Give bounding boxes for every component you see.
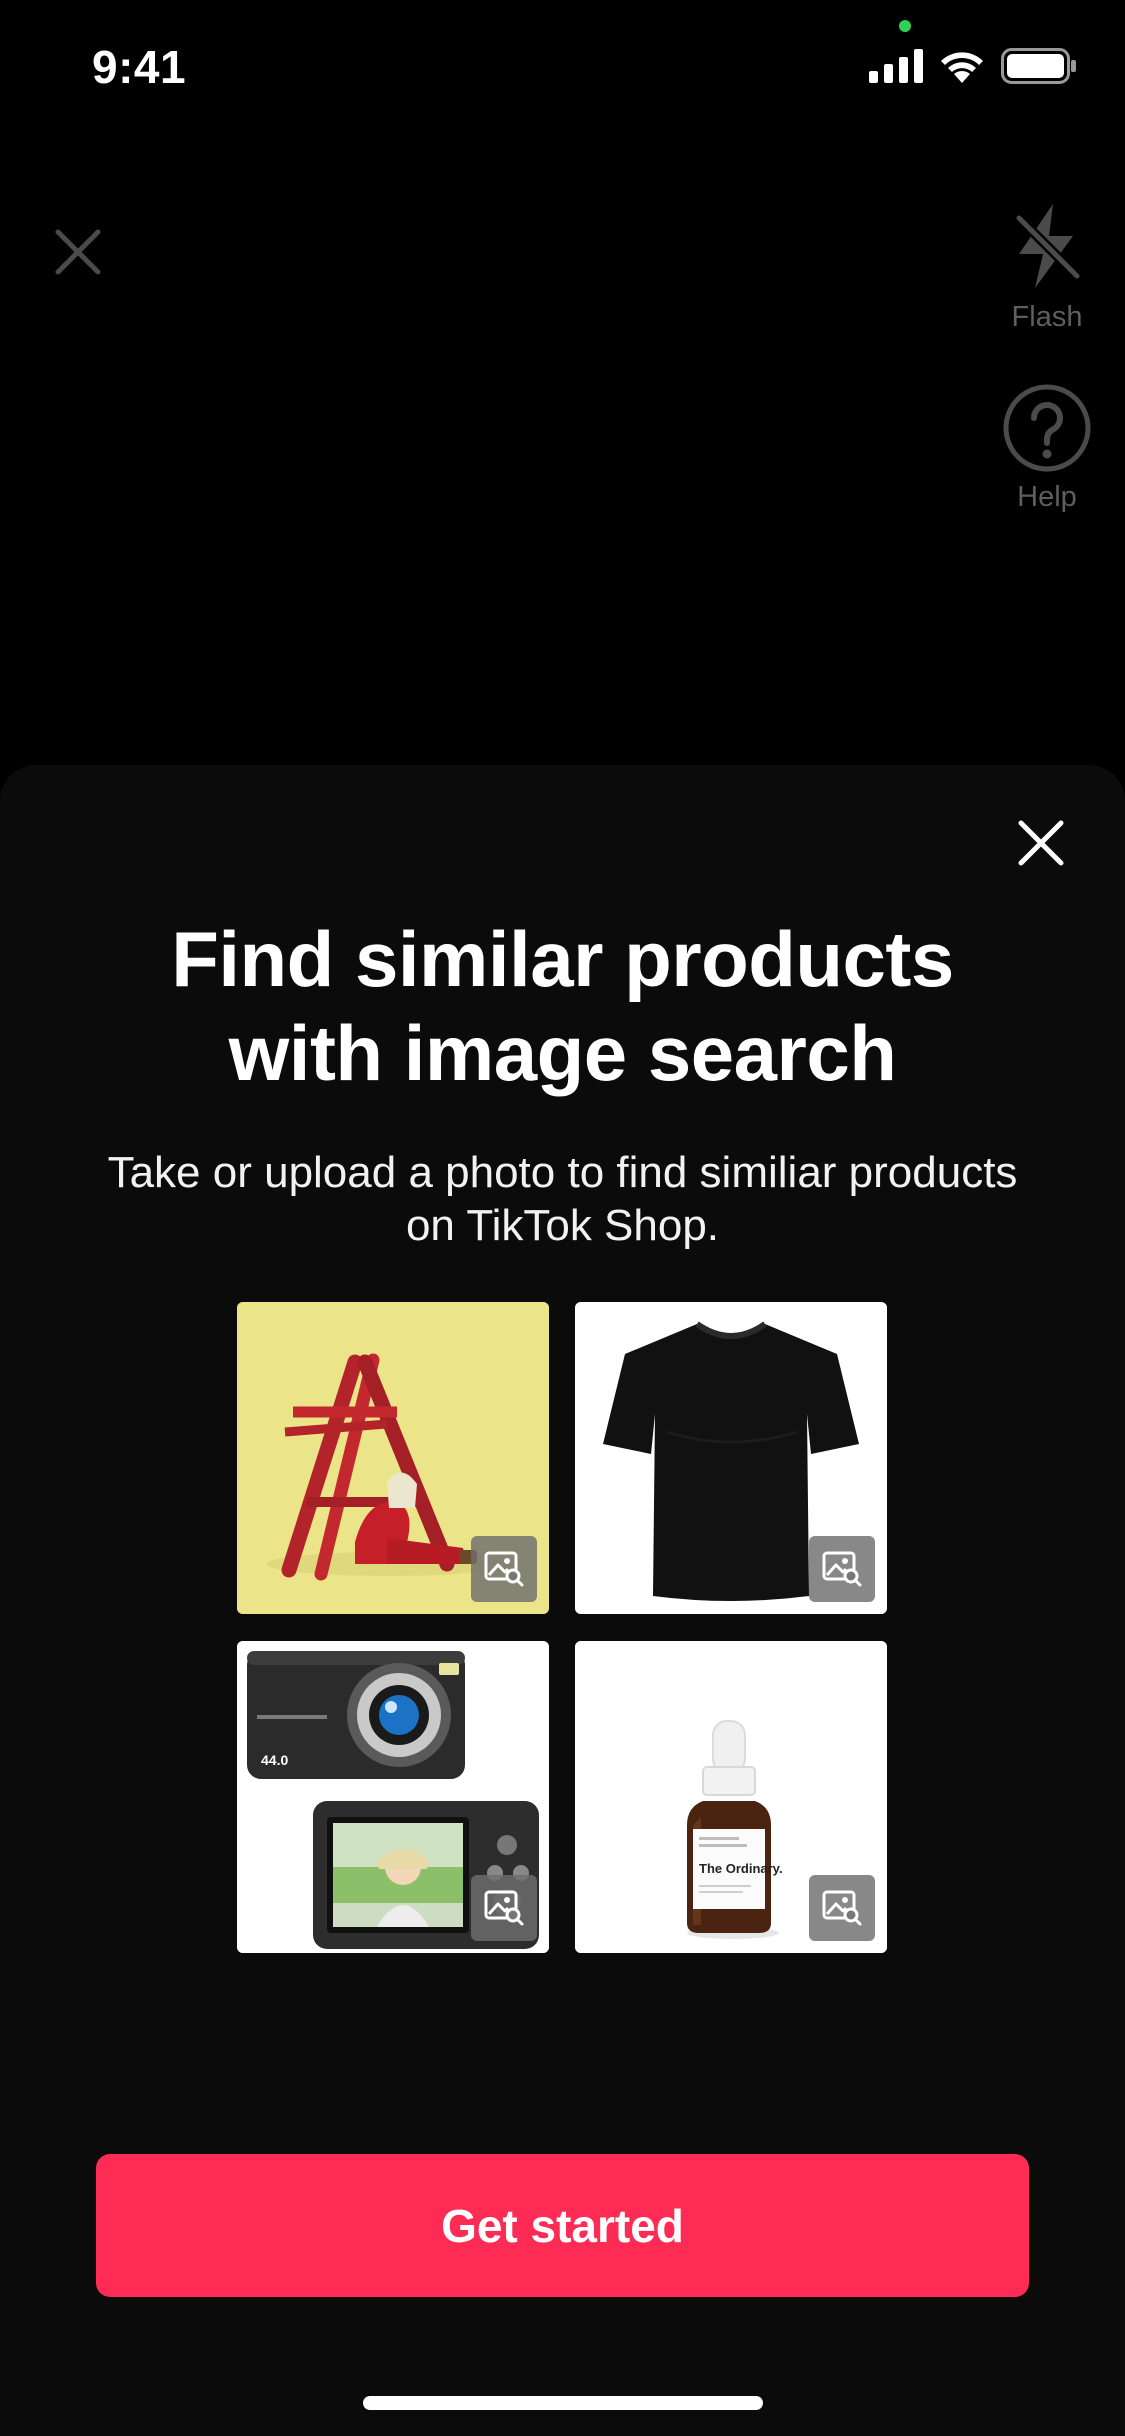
home-indicator[interactable]	[363, 2396, 763, 2410]
flash-off-icon	[1014, 204, 1082, 288]
image-search-badge	[471, 1875, 537, 1941]
camera-printed-text: 44.0	[261, 1752, 288, 1768]
close-icon	[55, 229, 101, 275]
help-button[interactable]: Help	[987, 382, 1107, 514]
image-search-icon	[484, 1551, 524, 1587]
image-search-badge	[809, 1875, 875, 1941]
sheet-title: Find similar products with image search	[0, 912, 1125, 1100]
image-search-icon	[484, 1890, 524, 1926]
sheet-title-line-2: with image search	[228, 1009, 897, 1097]
wifi-icon	[941, 52, 983, 83]
image-search-badge	[809, 1536, 875, 1602]
flash-toggle[interactable]: Flash	[987, 198, 1107, 334]
sheet-subtitle: Take or upload a photo to find similiar …	[107, 1148, 1018, 1250]
help-label: Help	[1017, 481, 1077, 513]
status-bar: 9:41	[0, 0, 1125, 132]
example-image-ladder	[237, 1302, 549, 1614]
camera-in-use-indicator	[899, 20, 911, 32]
example-image-camera: 44.0	[237, 1641, 549, 1953]
help-icon	[1003, 384, 1091, 472]
example-grid: 44.0 The Ordinary.	[237, 1302, 888, 1954]
signal-icon	[869, 49, 923, 83]
sheet-title-line-1: Find similar products	[171, 915, 954, 1003]
close-icon	[1018, 820, 1064, 866]
image-search-badge	[471, 1536, 537, 1602]
flash-label: Flash	[1011, 301, 1083, 333]
status-icons	[869, 48, 1077, 84]
example-image-tshirt	[575, 1302, 887, 1614]
status-time: 9:41	[92, 41, 187, 93]
example-image-serum: The Ordinary.	[575, 1641, 887, 1953]
image-search-icon	[822, 1890, 862, 1926]
sheet-close-button[interactable]	[1013, 815, 1069, 871]
battery-icon	[1001, 48, 1076, 84]
image-search-icon	[822, 1551, 862, 1587]
serum-printed-text: The Ordinary.	[699, 1861, 783, 1876]
camera-close-button[interactable]	[48, 222, 108, 282]
get-started-button[interactable]: Get started	[96, 2154, 1029, 2297]
